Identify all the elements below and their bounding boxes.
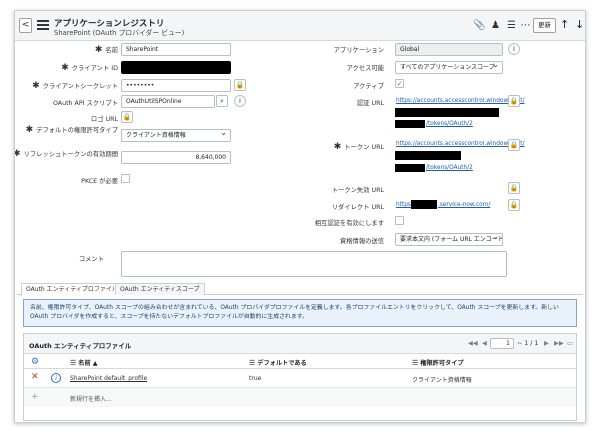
menu-icon[interactable] xyxy=(37,20,49,30)
plus-icon: + xyxy=(31,392,39,402)
active-checkbox[interactable]: ✓ xyxy=(395,79,404,88)
tab-entity-profile[interactable]: OAuth エンティティプロファイル xyxy=(21,283,123,296)
gear-icon[interactable]: ⚙ xyxy=(31,357,39,367)
list-header: OAuth エンティティプロファイル ◀◀ ◀ 1 ~ 1 / 1 ▶ ▶▶ ▭ xyxy=(24,334,576,354)
auth-url-label: 認証 URL xyxy=(356,100,384,107)
access-select[interactable]: すべてのアプリケーションスコープ xyxy=(395,61,503,74)
redacted-block xyxy=(395,151,461,160)
revoke-url-label: トークン失効 URL xyxy=(331,187,384,194)
grant-type-select[interactable]: クライアント資格情報 xyxy=(121,129,231,142)
entity-profile-list: OAuth エンティティプロファイル ◀◀ ◀ 1 ~ 1 / 1 ▶ ▶▶ ▭… xyxy=(23,333,577,421)
column-header-grant-type[interactable]: ☰ 権限許可タイプ xyxy=(412,358,464,367)
required-icon: ✱ xyxy=(25,125,34,135)
next-page-icon[interactable]: ▶ xyxy=(544,340,549,347)
column-header-default[interactable]: ☰ デフォルトである xyxy=(249,358,307,367)
list-title: OAuth エンティティプロファイル xyxy=(29,342,132,350)
name-label: ✱ 名前 xyxy=(94,45,118,55)
search-icon[interactable]: ⌕ xyxy=(216,95,228,107)
attachment-icon[interactable]: 📎 xyxy=(473,20,485,31)
token-url-link-tail[interactable]: /tokens/OAuth/2 xyxy=(426,165,473,171)
redacted-block xyxy=(411,200,437,209)
client-id-label: ✱ クライアント ID xyxy=(61,63,118,73)
lock-icon[interactable]: 🔒 xyxy=(508,95,520,107)
update-button[interactable]: 更新 xyxy=(533,18,556,33)
comment-textarea[interactable] xyxy=(121,251,507,277)
refresh-lifespan-input[interactable]: 8,640,000 xyxy=(121,151,231,164)
required-icon: ✱ xyxy=(61,63,69,73)
page-subtitle: SharePoint (OAuth プロバイダー ビュー) xyxy=(54,29,185,37)
name-input[interactable]: SharePoint xyxy=(121,43,231,56)
column-menu-icon[interactable]: ☰ xyxy=(70,359,76,367)
logo-url-label: ロゴ URL xyxy=(90,116,118,123)
pkce-label: PKCE が必要 xyxy=(81,178,118,185)
settings-sliders-icon[interactable]: ☰ xyxy=(506,20,517,31)
required-icon: ✱ xyxy=(94,45,103,55)
mutual-auth-label: 相互認証を有効にします xyxy=(314,220,384,227)
table-row[interactable]: ✕ i SharePoint default_profile true クライア… xyxy=(24,369,576,388)
client-id-input[interactable] xyxy=(121,61,231,74)
collapse-icon[interactable]: ▭ xyxy=(567,340,573,347)
back-button[interactable]: < xyxy=(19,18,32,33)
page-total: ~ 1 / 1 xyxy=(517,340,539,347)
profile-name-link[interactable]: SharePoint default_profile xyxy=(70,375,147,382)
active-label: アクティブ xyxy=(353,83,384,90)
application-label: アプリケーション xyxy=(333,47,384,54)
previous-record-icon[interactable]: ↑ xyxy=(560,18,569,31)
column-menu-icon[interactable]: ☰ xyxy=(412,359,418,367)
profile-default-cell: true xyxy=(249,375,262,382)
unlock-icon[interactable]: 🔒 xyxy=(234,79,246,91)
tab-bar: OAuth エンティティプロファイル OAuth エンティティスコープ xyxy=(17,283,583,296)
pkce-checkbox[interactable] xyxy=(121,174,130,183)
info-icon[interactable]: i xyxy=(234,95,246,107)
redirect-url-label: リダイレクト URL xyxy=(331,204,384,211)
auth-url-link-tail[interactable]: /tokens/OAuth/2 xyxy=(426,121,473,127)
auth-url-link[interactable]: https://accounts.accesscontrol.windows.n… xyxy=(396,98,525,104)
api-script-label: OAuth API スクリプト xyxy=(52,100,118,107)
info-icon[interactable]: i xyxy=(508,43,520,55)
send-creds-select[interactable]: 要求本文内 (フォーム URL エンコード) xyxy=(395,233,503,246)
redacted-block xyxy=(395,108,499,117)
column-header-row: ⚙ ☰ 名前 ▲ ☰ デフォルトである ☰ 権限許可タイプ xyxy=(24,354,576,369)
refresh-lifespan-label: ✱リフレッシュトークンの有効期間 xyxy=(15,149,118,159)
info-icon[interactable]: i xyxy=(51,373,61,383)
redacted-block xyxy=(395,164,425,172)
mutual-auth-checkbox[interactable] xyxy=(395,216,404,225)
column-header-name[interactable]: ☰ 名前 ▲ xyxy=(70,358,98,367)
redirect-url-link-tail[interactable]: .service-now.com/ xyxy=(438,202,490,208)
info-message: 名前、権限許可タイプ、OAuth スコープの組み合わせが含まれている、OAuth… xyxy=(23,299,577,327)
grant-type-label: ✱ デフォルトの権限許可タイプ xyxy=(25,125,118,135)
activity-icon[interactable]: ♟ xyxy=(490,20,501,31)
previous-page-icon[interactable]: ◀ xyxy=(482,340,487,347)
lock-icon[interactable]: 🔒 xyxy=(508,139,520,151)
required-icon: ✱ xyxy=(15,149,21,159)
api-script-input[interactable]: OAuthUtilSPOnline xyxy=(121,95,215,108)
profile-grant-type-cell: クライアント資格情報 xyxy=(412,377,472,384)
first-page-icon[interactable]: ◀◀ xyxy=(468,340,478,347)
lock-icon[interactable]: 🔒 xyxy=(508,182,520,194)
insert-row-label[interactable]: 新規行を挿入... xyxy=(70,394,112,403)
page-input[interactable]: 1 xyxy=(490,338,514,349)
client-secret-input[interactable]: •••••••• xyxy=(121,79,231,92)
token-url-link[interactable]: https://accounts.accesscontrol.windows.n… xyxy=(396,141,525,147)
send-creds-label: 資格情報の送信 xyxy=(339,238,384,245)
lock-icon[interactable]: 🔒 xyxy=(121,111,133,123)
required-icon: ✱ xyxy=(32,81,40,91)
form-window: < アプリケーションレジストリ SharePoint (OAuth プロバイダー… xyxy=(14,10,586,423)
comment-label: コメント xyxy=(78,256,104,263)
required-icon: ✱ xyxy=(333,142,342,152)
lock-icon[interactable]: 🔒 xyxy=(508,199,520,211)
more-options-icon[interactable]: ⋯ xyxy=(520,20,531,31)
last-page-icon[interactable]: ▶▶ xyxy=(554,340,564,347)
access-label: アクセス可能 xyxy=(346,65,384,72)
token-url-label: ✱ トークン URL xyxy=(333,142,384,152)
form-header: < アプリケーションレジストリ SharePoint (OAuth プロバイダー… xyxy=(15,11,585,41)
redacted-block xyxy=(395,120,425,128)
client-secret-label: ✱ クライアントシークレット xyxy=(32,81,118,91)
tab-entity-scope[interactable]: OAuth エンティティスコープ xyxy=(115,283,205,295)
column-menu-icon[interactable]: ☰ xyxy=(249,359,255,367)
delete-row-icon[interactable]: ✕ xyxy=(31,372,39,382)
insert-row[interactable]: + 新規行を挿入... xyxy=(24,388,576,407)
application-input: Global xyxy=(395,43,503,56)
next-record-icon[interactable]: ↓ xyxy=(575,18,584,31)
